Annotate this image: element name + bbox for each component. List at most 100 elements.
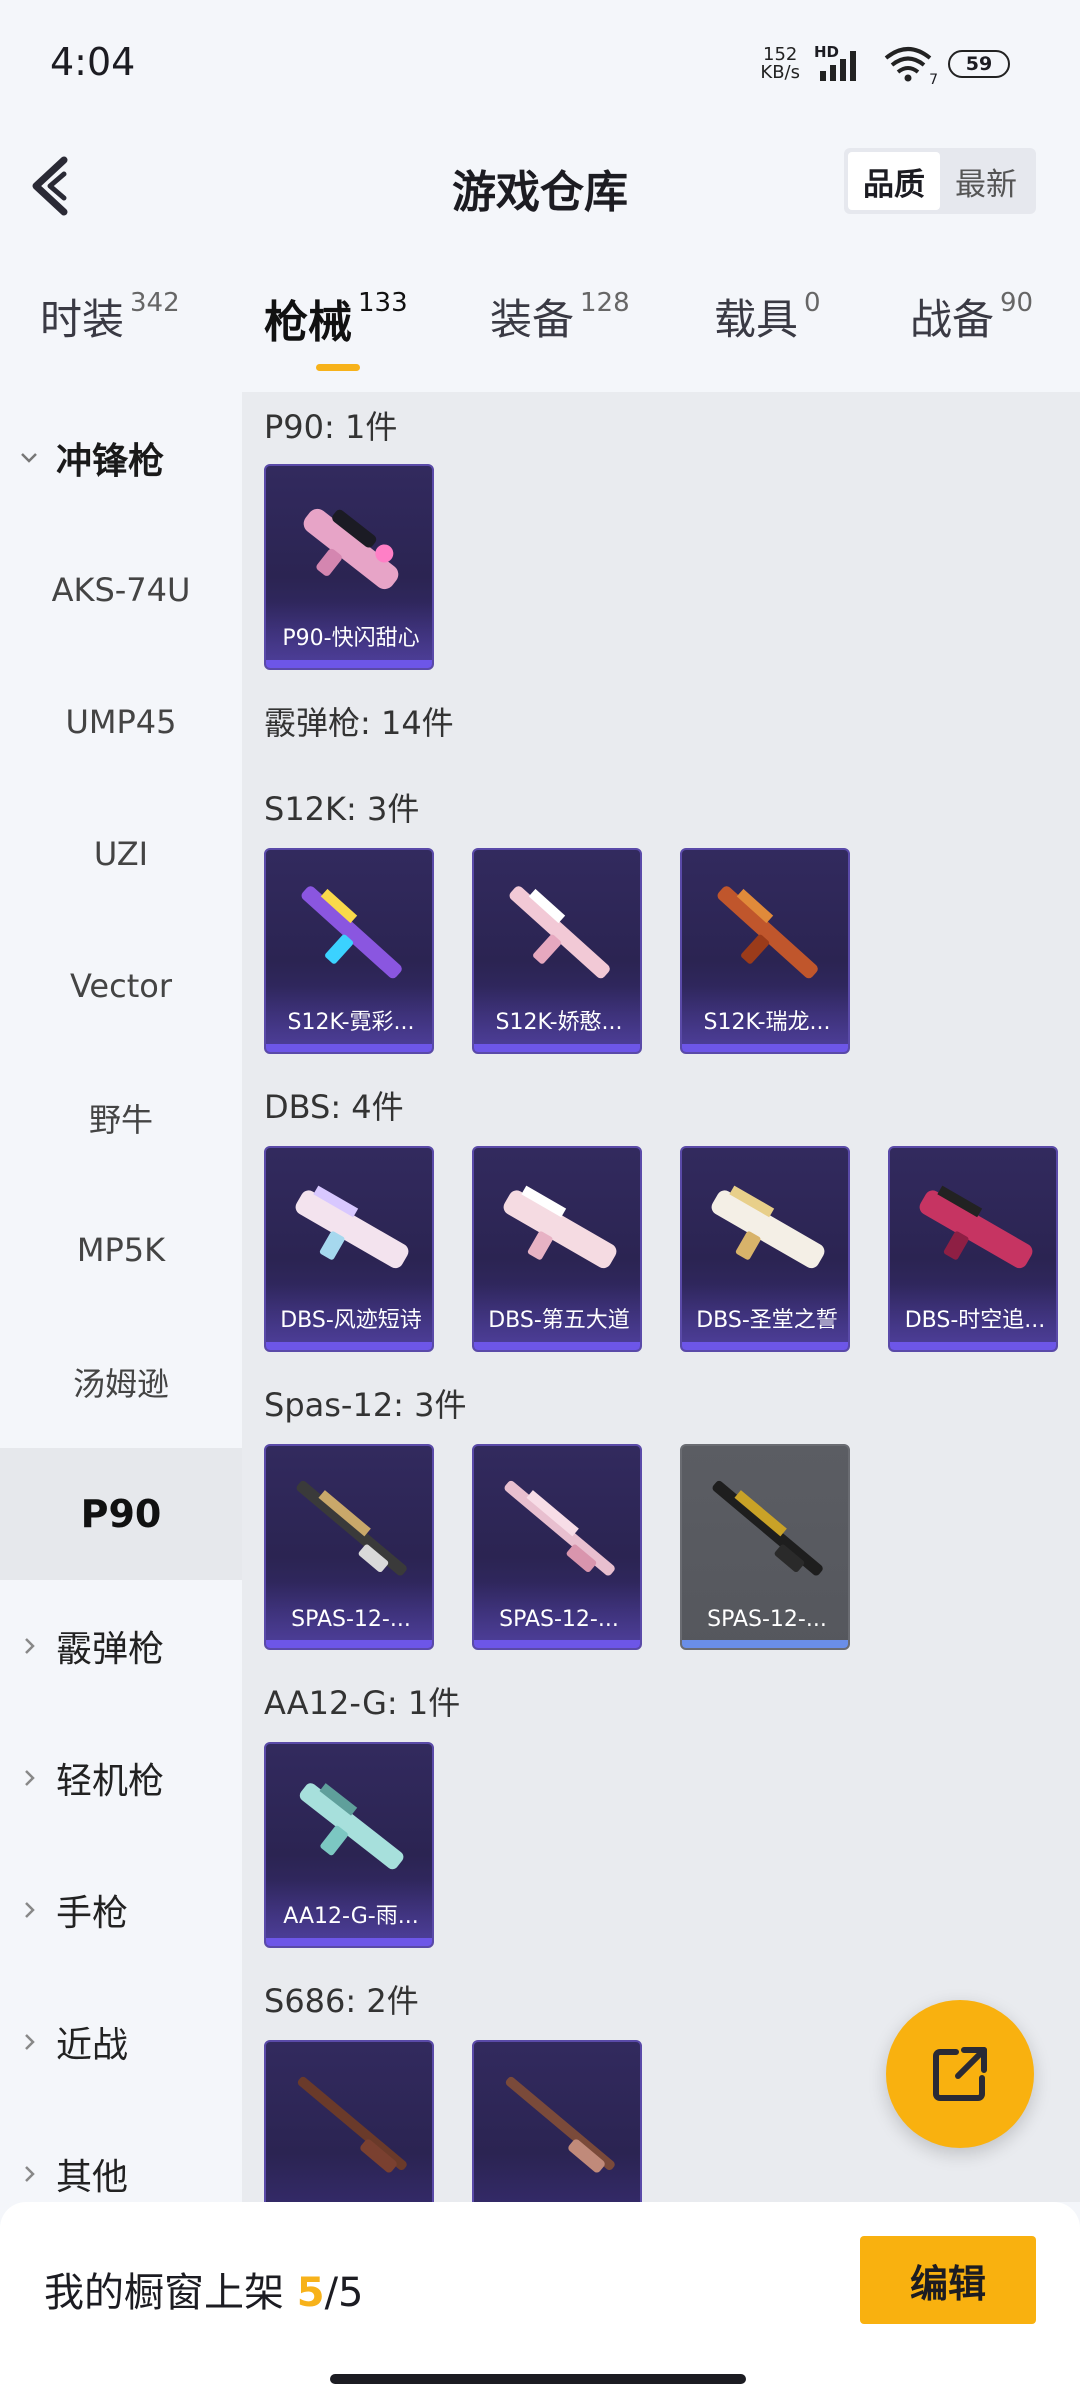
wifi-num: 7 (929, 72, 938, 88)
sidebar-item-p90[interactable]: P90 (0, 1448, 242, 1580)
wifi-icon: 7 (882, 46, 938, 88)
item-card[interactable]: DBS-风迹短诗 (264, 1146, 434, 1352)
showcase-separator: / (324, 2270, 339, 2316)
sidebar-item-uzi[interactable]: UZI (0, 788, 242, 920)
rarity-bar (266, 660, 432, 668)
rarity-bar (890, 1342, 1056, 1350)
active-tab-indicator (316, 364, 360, 371)
rarity-bar (682, 1044, 848, 1052)
weapon-image (504, 1480, 615, 1576)
sidebar-category-melee[interactable]: 近战 (0, 1976, 242, 2108)
item-card[interactable]: SPAS-12-... (680, 1444, 850, 1650)
sidebar-category-shotgun[interactable]: 霰弹枪 (0, 1580, 242, 1712)
showcase-total: 5 (338, 2270, 364, 2316)
item-card[interactable]: DBS-时空追... (888, 1146, 1058, 1352)
sidebar-category-label: 轻机枪 (56, 1761, 165, 1802)
sidebar-item-vector[interactable]: Vector (0, 920, 242, 1052)
tab-count: 90 (1000, 288, 1034, 318)
rarity-bar (266, 1938, 432, 1946)
weapon-image (299, 1783, 404, 1870)
sidebar-item-ump45[interactable]: UMP45 (0, 656, 242, 788)
weapon-image (505, 2076, 615, 2173)
group-title-shotgun: 霰弹枪: 14件 (264, 704, 454, 742)
item-name: P90-快闪甜心 (282, 626, 420, 651)
sidebar-category-label: 手枪 (56, 1893, 129, 1934)
net-speed-unit: KB/s (760, 62, 800, 83)
item-card[interactable]: P90-快闪甜心 (264, 464, 434, 670)
item-name: DBS-第五大道 (488, 1308, 630, 1333)
category-tabs: 时装 342 枪械 133 装备 128 载具 0 战备 90 (0, 286, 1080, 376)
bottom-bar: 我的橱窗上架 5/5 编辑 (0, 2202, 1080, 2400)
tab-equipment[interactable]: 装备 128 (490, 286, 630, 347)
item-name: SPAS-12-... (291, 1607, 411, 1632)
tab-count: 128 (580, 288, 630, 318)
tab-label: 枪械 (264, 297, 352, 348)
tab-count: 342 (130, 288, 180, 318)
chevron-right-icon (25, 1770, 35, 1786)
sidebar-category-smg[interactable]: 冲锋枪 (0, 392, 242, 524)
item-card[interactable] (472, 2040, 642, 2202)
weapon-image (717, 886, 818, 979)
sidebar-item-aks74u[interactable]: AKS-74U (0, 524, 242, 656)
tab-label: 时装 (40, 295, 125, 344)
item-name: S12K-霓彩... (287, 1010, 415, 1035)
group-title-p90: P90: 1件 (264, 408, 398, 446)
inventory-content[interactable]: P90: 1件 P90-快闪甜心 霰弹枪: 14件 S12K: 3件 S12K-… (242, 392, 1080, 2202)
weapon-image (303, 508, 399, 590)
sidebar-item-thompson[interactable]: 汤姆逊 (0, 1316, 242, 1448)
tab-supplies[interactable]: 战备 90 (910, 286, 1033, 347)
tab-guns[interactable]: 枪械 133 (264, 286, 408, 350)
rarity-bar (682, 1342, 848, 1350)
sidebar-category-label: 其他 (56, 2157, 129, 2198)
sidebar-category-pistol[interactable]: 手枪 (0, 1844, 242, 1976)
sort-quality-button[interactable]: 品质 (848, 152, 940, 210)
item-name: S12K-瑞龙... (703, 1010, 831, 1035)
tab-fashion[interactable]: 时装 342 (40, 286, 180, 347)
weapon-image (296, 1480, 407, 1576)
tab-count: 0 (804, 288, 821, 318)
tab-label: 载具 (714, 295, 799, 344)
item-card[interactable]: S12K-霓彩... (264, 848, 434, 1054)
group-title-s12k: S12K: 3件 (264, 790, 420, 828)
item-card[interactable]: S12K-瑞龙... (680, 848, 850, 1054)
status-time: 4:04 (50, 40, 136, 84)
item-card[interactable]: AA12-G-雨... (264, 1742, 434, 1948)
weapon-image (919, 1185, 1033, 1269)
sort-latest-button[interactable]: 最新 (940, 152, 1032, 210)
item-name: DBS-风迹短诗 (280, 1308, 422, 1333)
rarity-bar (474, 1342, 640, 1350)
tab-vehicles[interactable]: 载具 0 (714, 286, 821, 347)
share-icon (933, 2047, 987, 2101)
sidebar: 冲锋枪 AKS-74U UMP45 UZI Vector 野牛 MP5K 汤姆逊… (0, 392, 242, 2202)
sidebar-item-bizon[interactable]: 野牛 (0, 1052, 242, 1184)
item-name: DBS-时空追... (904, 1308, 1046, 1333)
home-indicator[interactable] (330, 2374, 746, 2384)
item-name: AA12-G-雨... (283, 1904, 419, 1929)
weapon-image (711, 1185, 825, 1269)
edit-button[interactable]: 编辑 (860, 2236, 1036, 2324)
item-name: DBS-圣堂之誓 (696, 1308, 838, 1333)
rarity-bar (474, 1640, 640, 1648)
status-bar: 4:04 152 KB/s HD 7 59 (0, 0, 1080, 120)
item-card[interactable] (264, 2040, 434, 2202)
weapon-image (295, 1185, 409, 1269)
weapon-image (712, 1480, 823, 1576)
share-button[interactable] (886, 2000, 1034, 2148)
item-card[interactable]: S12K-娇憨... (472, 848, 642, 1054)
group-title-aa12g: AA12-G: 1件 (264, 1684, 461, 1722)
item-card[interactable]: DBS-第五大道 (472, 1146, 642, 1352)
item-name: S12K-娇憨... (495, 1010, 623, 1035)
showcase-label: 我的橱窗上架 (44, 2270, 284, 2316)
sidebar-category-lmg[interactable]: 轻机枪 (0, 1712, 242, 1844)
tab-count: 133 (358, 288, 408, 318)
chevron-right-icon (25, 2034, 35, 2050)
chevron-right-icon (25, 1638, 35, 1654)
item-card[interactable]: DBS-圣堂之誓 (680, 1146, 850, 1352)
weapon-image (297, 2076, 407, 2173)
sort-toggle: 品质 最新 (844, 148, 1036, 214)
item-card[interactable]: SPAS-12-... (472, 1444, 642, 1650)
sidebar-item-mp5k[interactable]: MP5K (0, 1184, 242, 1316)
signal-icon: HD (814, 43, 868, 81)
status-icons: 152 KB/s HD 7 59 (760, 43, 1010, 88)
item-card[interactable]: SPAS-12-... (264, 1444, 434, 1650)
